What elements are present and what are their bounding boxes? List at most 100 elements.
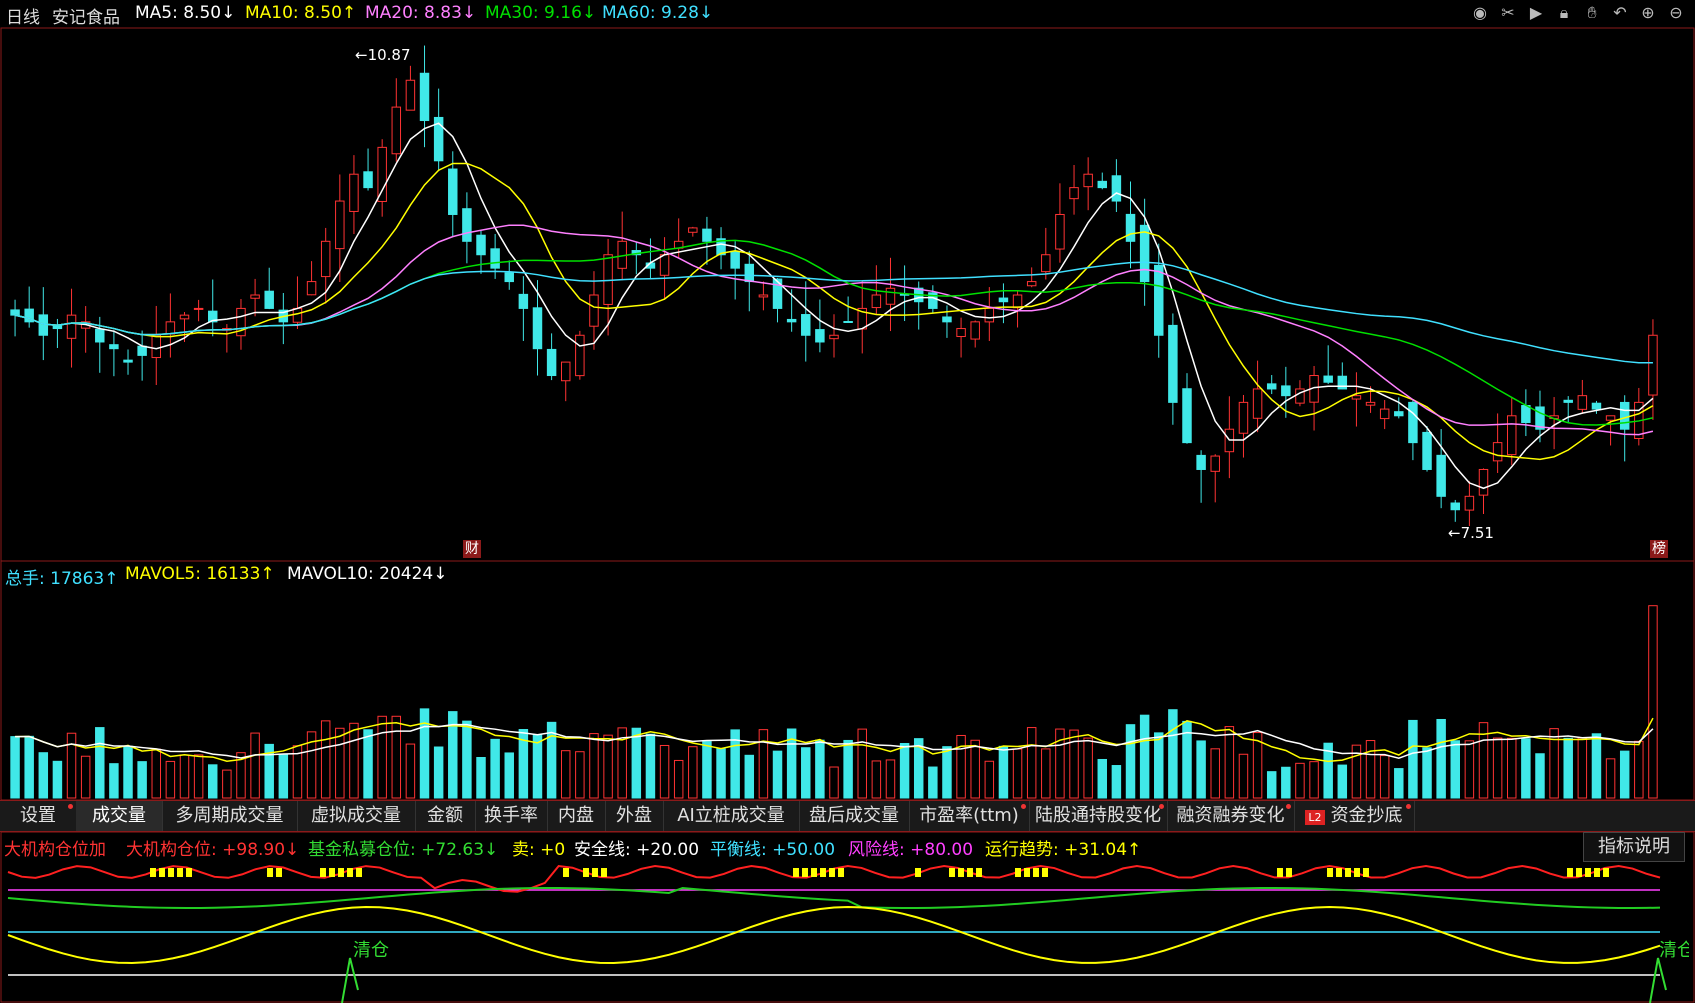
tab-2[interactable]: 多周期成交量 <box>162 801 298 831</box>
tab-9[interactable]: 盘后成交量 <box>799 801 910 831</box>
candle-body <box>1351 395 1362 400</box>
tab-dot <box>1021 804 1026 809</box>
volume-bar <box>645 733 656 799</box>
volume-bar <box>1591 733 1602 799</box>
volume-bar <box>970 739 980 799</box>
tab-1[interactable]: 成交量 <box>76 801 163 831</box>
trend-label: 运行趋势: +31.04↑ <box>985 840 1142 860</box>
candle-body <box>1168 324 1178 403</box>
volume-bar <box>193 754 204 799</box>
signal-marker <box>1042 868 1048 877</box>
candle-body <box>448 168 458 215</box>
tab-12[interactable]: 融资融券变化 <box>1167 801 1295 831</box>
volume-bar <box>1450 740 1461 799</box>
tab-13[interactable]: L2 资金抄底 <box>1294 801 1415 831</box>
candle-body <box>1281 385 1291 397</box>
signal-marker <box>1585 868 1591 877</box>
candle-body <box>1521 405 1531 423</box>
volume-bar <box>207 764 218 799</box>
tab-10[interactable]: 市盈率(ttm) <box>909 801 1030 831</box>
tab-0[interactable]: 设置 <box>0 801 77 831</box>
signal-marker <box>915 868 921 877</box>
volume-bar <box>24 735 34 799</box>
candle-body <box>546 348 557 377</box>
volume-bar <box>250 732 260 799</box>
volume-header: 总手: 17863↑ MAVOL5: 16133↑ MAVOL10: 20424… <box>0 562 800 589</box>
volume-bar <box>801 747 811 799</box>
tab-dot <box>68 804 73 809</box>
volume-bar <box>589 733 599 799</box>
clear-signal-label: 清仓 <box>353 940 389 961</box>
volume-bar <box>1309 761 1319 799</box>
fund-position-line <box>7 887 1661 909</box>
tab-7[interactable]: 外盘 <box>605 801 664 831</box>
candle-body <box>1069 187 1079 200</box>
tab-8[interactable]: AI立桩成交量 <box>663 801 800 831</box>
finance-marker[interactable]: 财 <box>463 540 481 558</box>
volume-bar <box>1577 737 1588 799</box>
volume-bar <box>716 748 726 799</box>
tab-label: 陆股通持股变化 <box>1035 805 1161 826</box>
volume-bar <box>575 751 585 799</box>
candle-body <box>66 314 77 339</box>
candle-body <box>1125 213 1136 242</box>
tab-4[interactable]: 金额 <box>415 801 476 831</box>
volume-bar <box>1422 747 1432 799</box>
candle-body <box>109 344 119 350</box>
candle-body <box>193 307 204 310</box>
tab-dot <box>1159 804 1164 809</box>
signal-marker <box>1024 868 1030 877</box>
volume-bar <box>349 722 359 799</box>
volume-bar <box>1648 605 1658 799</box>
signal-marker <box>583 868 589 877</box>
volume-bar <box>462 720 472 799</box>
candle-body <box>575 334 585 377</box>
tab-label: 成交量 <box>92 805 146 826</box>
rank-marker[interactable]: 榜 <box>1650 540 1668 558</box>
candle-body <box>363 171 373 189</box>
indicator-lines <box>7 864 1667 1003</box>
balance-line-label: 平衡线: +50.00 <box>710 840 836 860</box>
volume-bar <box>38 752 49 799</box>
candle-body <box>1083 173 1093 188</box>
candle-body <box>250 294 260 299</box>
volume-bar <box>1492 737 1503 799</box>
candle-body <box>815 329 825 343</box>
candle-body <box>123 359 133 363</box>
signal-marker <box>1354 868 1360 877</box>
candle-body <box>659 254 670 276</box>
volume-bar <box>1394 768 1404 799</box>
indicator-name[interactable]: 大机构仓位加 <box>4 835 106 860</box>
volume-bar <box>1224 726 1235 799</box>
volume-bar <box>998 745 1009 799</box>
signal-marker <box>267 868 273 877</box>
candle-body <box>730 251 740 269</box>
candle-body <box>589 294 599 327</box>
volume-bar <box>165 760 176 799</box>
ma5-line <box>14 122 1654 490</box>
candle-body <box>335 200 345 250</box>
high-price-label: ←10.87 <box>355 46 411 64</box>
volume-bar <box>829 766 839 799</box>
signal-marker <box>159 868 165 877</box>
volume-bar <box>744 754 755 799</box>
volume-bars <box>10 605 1658 799</box>
candle-body <box>1507 415 1517 456</box>
volume-bar <box>1154 732 1164 799</box>
candle-body <box>956 328 966 338</box>
signal-marker <box>177 868 183 877</box>
tab-label: 市盈率(ttm) <box>919 805 1019 826</box>
mavol10-line <box>15 723 1654 759</box>
mavol10-label: MAVOL10: 20424↓ <box>287 564 448 584</box>
tab-11[interactable]: 陆股通持股变化 <box>1029 801 1168 831</box>
indicator-help-button[interactable]: 指标说明 <box>1583 832 1685 862</box>
volume-bar <box>984 760 995 799</box>
candle-body <box>405 79 416 111</box>
institution-position-label: 大机构仓位: +98.90↓ <box>126 840 300 860</box>
tab-3[interactable]: 虚拟成交量 <box>297 801 416 831</box>
volume-bar <box>1563 737 1573 799</box>
volume-bar <box>504 752 514 799</box>
tab-5[interactable]: 换手率 <box>475 801 548 831</box>
tab-label: 虚拟成交量 <box>311 805 401 826</box>
tab-6[interactable]: 内盘 <box>547 801 606 831</box>
